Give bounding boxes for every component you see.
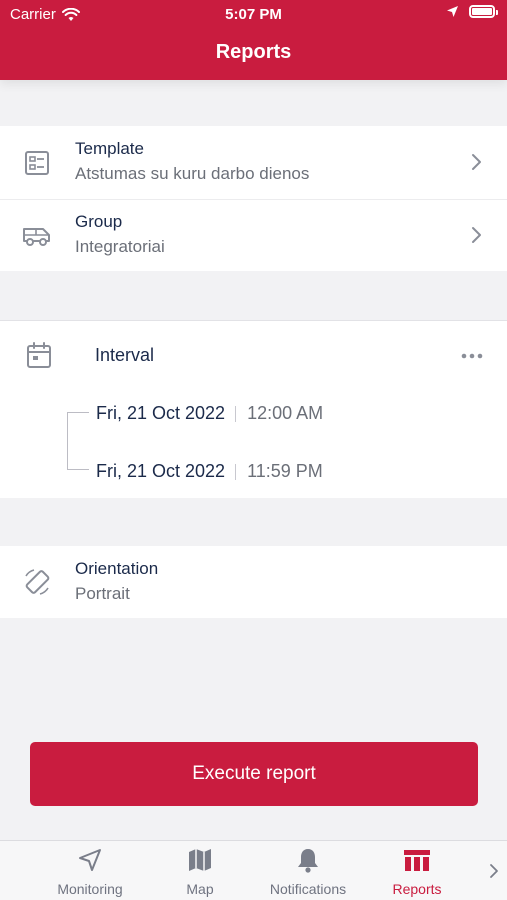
orientation-label: Orientation [75,559,159,578]
tab-notifications[interactable]: Notifications [253,841,363,900]
tab-bar: Monitoring Map Notifications Reports [0,840,507,900]
interval-to[interactable]: Fri, 21 Oct 2022 11:59 PM [96,461,323,482]
group-value: Integratoriai [75,237,165,256]
reports-table-icon [404,850,430,871]
to-time: 11:59 PM [247,461,323,481]
to-date: Fri, 21 Oct 2022 [96,461,226,481]
calendar-icon [27,342,51,368]
tab-monitoring[interactable]: Monitoring [40,841,140,900]
more-options-icon[interactable] [461,353,483,359]
location-arrow-icon [447,6,458,17]
execute-report-button[interactable]: Execute report [30,742,478,806]
tab-label: Map [186,881,214,897]
template-value: Atstumas su kuru darbo dienos [75,164,310,183]
app-header: Carrier 5:07 PM Reports [0,0,507,80]
tab-reports[interactable]: Reports [377,841,457,900]
status-indicators [446,5,498,18]
bell-icon [298,849,318,873]
chevron-right-icon [472,227,481,243]
interval-card: Interval Fri, 21 Oct 2022 12:00 AM Fri, … [0,320,507,498]
interval-label: Interval [95,345,155,365]
page-title: Reports [215,41,292,63]
chevron-right-icon[interactable] [489,863,499,879]
van-icon [23,228,50,246]
template-row[interactable]: Template Atstumas su kuru darbo dienos [0,126,507,198]
separator [235,405,237,422]
from-date: Fri, 21 Oct 2022 [96,403,226,423]
group-row[interactable]: Group Integratoriai [0,199,507,271]
template-icon [25,151,49,175]
tab-map[interactable]: Map [160,841,240,900]
interval-from[interactable]: Fri, 21 Oct 2022 12:00 AM [96,403,323,424]
separator [235,463,237,480]
status-time: 5:07 PM [225,6,282,23]
interval-bracket [67,412,89,470]
chevron-right-icon [472,154,481,170]
group-label: Group [75,212,123,231]
orientation-row[interactable]: Orientation Portrait [0,546,507,618]
report-settings-card: Template Atstumas su kuru darbo dienos G… [0,126,507,271]
orientation-card: Orientation Portrait [0,546,507,618]
from-time: 12:00 AM [247,403,324,423]
template-label: Template [75,139,144,158]
orientation-value: Portrait [75,584,130,603]
status-bar: Carrier 5:07 PM [0,0,507,28]
tab-label: Reports [392,881,442,897]
battery-icon [469,5,498,18]
tab-label: Notifications [269,881,347,897]
map-icon [189,849,211,871]
rotate-icon [25,569,50,595]
navigation-arrow-icon [79,849,101,871]
tab-label: Monitoring [57,881,123,897]
